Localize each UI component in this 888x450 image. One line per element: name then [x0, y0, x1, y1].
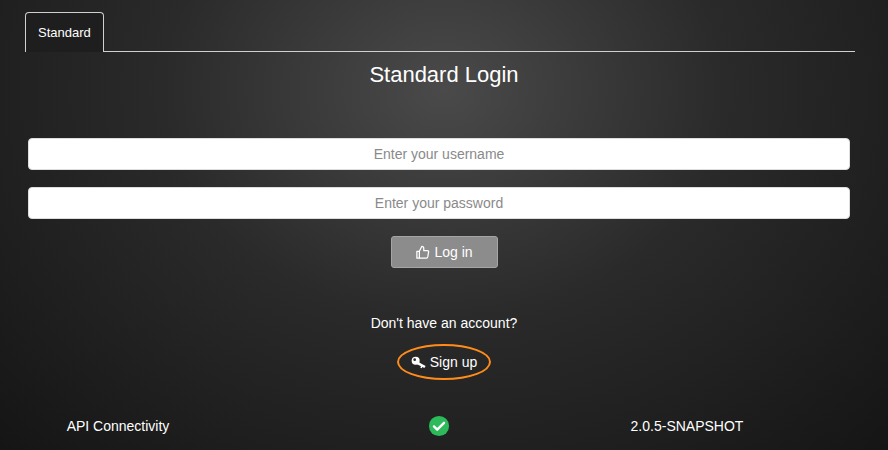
- login-button-label: Log in: [434, 242, 472, 263]
- tab-label: Standard: [38, 23, 91, 43]
- status-indicator: [302, 415, 576, 437]
- status-bar: API Connectivity 2.0.5-SNAPSHOT: [28, 415, 850, 437]
- login-button[interactable]: Log in: [391, 236, 498, 268]
- login-form: [28, 138, 850, 219]
- signup-link[interactable]: Sign up: [411, 352, 477, 372]
- password-input[interactable]: [28, 187, 850, 219]
- version-label: 2.0.5-SNAPSHOT: [550, 416, 824, 436]
- tab-bar: Standard: [25, 12, 855, 52]
- signup-label: Sign up: [430, 352, 477, 372]
- highlight-ellipse: [397, 344, 491, 380]
- thumbs-up-icon: [415, 245, 430, 260]
- signup-prompt: Don't have an account?: [25, 313, 863, 333]
- login-title: Standard Login: [25, 60, 863, 90]
- login-page: Standard Standard Login Log in Don't hav…: [0, 0, 888, 450]
- username-input[interactable]: [28, 138, 850, 170]
- signup-row: Sign up: [25, 352, 863, 372]
- tab[interactable]: Standard: [25, 12, 104, 52]
- login-button-row: Log in: [25, 236, 863, 268]
- status-label: API Connectivity: [0, 416, 255, 436]
- check-circle-icon: [428, 415, 450, 437]
- key-icon: [411, 355, 427, 369]
